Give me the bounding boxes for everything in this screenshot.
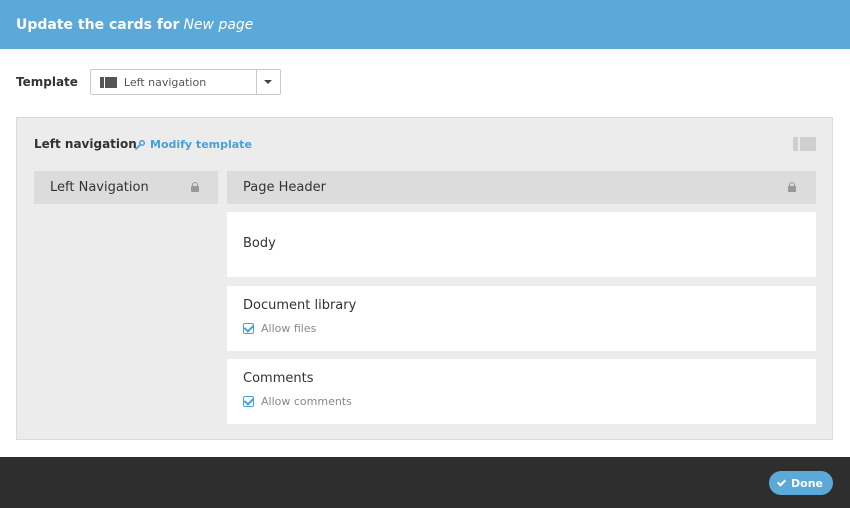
left-navigation-layout-icon xyxy=(99,76,117,88)
card-document-library-label: Document library xyxy=(243,298,357,313)
dialog-page-name: New page xyxy=(183,16,254,33)
card-body-label: Body xyxy=(243,236,276,251)
done-label: Done xyxy=(791,476,823,490)
template-label: Template xyxy=(16,75,78,89)
allow-files-option[interactable]: Allow files xyxy=(243,322,316,335)
card-document-library[interactable]: Document library Allow files xyxy=(227,286,816,351)
modify-template-link[interactable]: Modify template xyxy=(135,138,252,151)
dropdown-toggle[interactable] xyxy=(255,70,280,94)
card-comments[interactable]: Comments Allow comments xyxy=(227,359,816,424)
card-left-navigation-label: Left Navigation xyxy=(50,180,149,195)
caret-down-icon xyxy=(264,80,273,84)
card-comments-label: Comments xyxy=(243,371,314,386)
card-page-header[interactable]: Page Header xyxy=(227,171,816,204)
card-body[interactable]: Body xyxy=(227,212,816,277)
modify-template-label: Modify template xyxy=(150,138,252,151)
allow-comments-label: Allow comments xyxy=(261,395,352,408)
lock-icon xyxy=(191,182,199,192)
template-panel: Left navigation Modify template Left Nav… xyxy=(16,117,833,440)
left-navigation-layout-icon xyxy=(793,137,816,151)
template-row: Template Left navigation xyxy=(16,69,281,95)
allow-comments-option[interactable]: Allow comments xyxy=(243,395,352,408)
checkmark-icon xyxy=(776,476,787,487)
panel-title: Left navigation xyxy=(34,137,137,151)
card-left-navigation[interactable]: Left Navigation xyxy=(34,171,218,204)
checkbox-checked-icon[interactable] xyxy=(243,396,254,407)
card-page-header-label: Page Header xyxy=(243,180,326,195)
wrench-icon xyxy=(135,139,145,150)
dialog-title: Update the cards for xyxy=(16,16,180,33)
allow-files-label: Allow files xyxy=(261,322,317,335)
done-button[interactable]: Done xyxy=(769,471,833,495)
template-select[interactable]: Left navigation xyxy=(89,69,281,95)
dialog-footer: Done xyxy=(0,457,850,508)
lock-icon xyxy=(788,182,796,192)
template-select-value: Left navigation xyxy=(123,75,207,89)
dialog-header: Update the cards for New page xyxy=(0,0,850,49)
checkbox-checked-icon[interactable] xyxy=(243,323,254,334)
